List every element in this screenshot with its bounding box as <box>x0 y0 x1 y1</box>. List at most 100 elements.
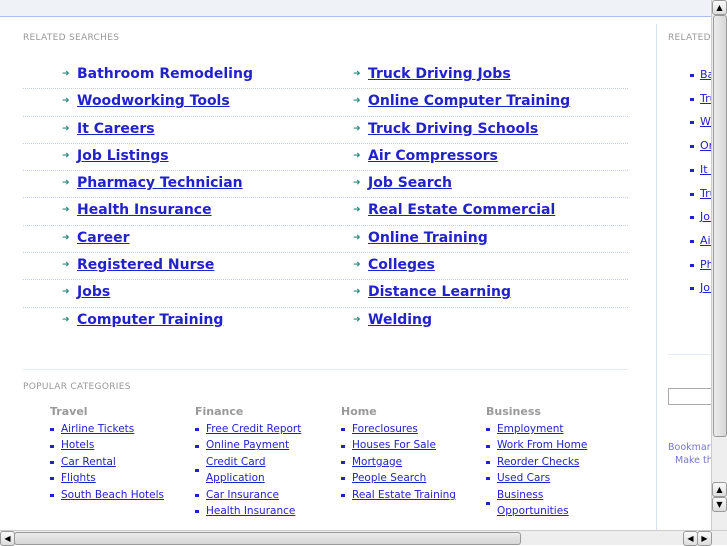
sidebar-link[interactable]: Job <box>690 210 711 223</box>
link-label: Truck Driving Jobs <box>368 66 511 82</box>
link-label: Jobs <box>77 284 111 301</box>
arrow-icon: ➜ <box>62 96 70 107</box>
related-search-link[interactable]: ➜ Colleges <box>353 257 435 273</box>
link-label: Pharmacy Technician <box>77 175 243 192</box>
related-search-link[interactable]: ➜ Woodworking Tools <box>62 93 230 109</box>
category-title: Home <box>341 405 377 418</box>
vertical-scrollbar[interactable]: ▲ ▲ ▼ <box>711 0 727 530</box>
divider <box>23 369 628 370</box>
category-link[interactable]: Flights <box>50 470 190 486</box>
related-search-link[interactable]: ➜ Real Estate Commercial <box>353 202 555 218</box>
category-column: Home Foreclosures Houses For Sale Mortgage P… <box>341 405 481 503</box>
related-search-link[interactable]: ➜ Computer Training <box>62 312 223 328</box>
scroll-right-icon[interactable]: ▶ <box>697 531 712 546</box>
related-search-link[interactable]: ➜ Job Search <box>353 175 452 191</box>
category-link[interactable]: Free Credit Report <box>195 421 303 437</box>
related-search-link[interactable]: ➜ Pharmacy Technician <box>62 175 243 192</box>
category-link[interactable]: Houses For Sale <box>341 437 481 453</box>
scroll-down-icon[interactable]: ▼ <box>712 497 727 512</box>
make-homepage-link[interactable]: Make thi <box>675 455 711 466</box>
category-link[interactable]: Real Estate Training <box>341 487 481 503</box>
related-search-link[interactable]: ➜ Air Compressors <box>353 147 498 164</box>
arrow-icon: ➜ <box>353 314 361 325</box>
related-search-link[interactable]: ➜ Online Training <box>353 229 488 246</box>
list-row: ➜ Jobs ➜ Distance Learning <box>23 280 628 308</box>
related-search-link[interactable]: ➜ It Careers <box>62 121 155 137</box>
category-link[interactable]: Car Insurance <box>195 487 303 503</box>
category-title: Business <box>486 405 541 418</box>
vertical-scroll-thumb[interactable] <box>713 15 727 437</box>
list-row: ➜ Registered Nurse ➜ Colleges <box>23 253 628 281</box>
related-search-link[interactable]: ➜ Truck Driving Schools <box>353 121 538 137</box>
sidebar-link[interactable]: Ph <box>690 258 711 271</box>
category-link[interactable]: People Search <box>341 470 481 486</box>
scroll-up-icon[interactable]: ▲ <box>712 0 727 15</box>
category-title: Travel <box>50 405 88 418</box>
horizontal-scroll-thumb[interactable] <box>14 532 521 545</box>
list-row: ➜ Computer Training ➜ Welding <box>23 308 628 335</box>
category-links: Employment Work From Home Reorder Checks Us… <box>486 421 626 519</box>
related-search-link[interactable]: ➜ Health Insurance <box>62 202 212 219</box>
category-link[interactable]: Employment <box>486 421 594 437</box>
column-divider <box>656 24 657 530</box>
category-link[interactable]: Hotels <box>50 437 190 453</box>
category-link[interactable]: Car Rental <box>50 454 190 470</box>
arrow-icon: ➜ <box>62 123 70 134</box>
arrow-icon: ➜ <box>62 150 70 161</box>
category-link[interactable]: Health Insurance <box>195 503 303 519</box>
category-link[interactable]: Online Payment <box>195 437 303 453</box>
sidebar-link[interactable]: Job <box>690 281 711 294</box>
arrow-icon: ➜ <box>353 260 361 271</box>
list-row: ➜ Career ➜ Online Training <box>23 226 628 254</box>
related-search-link[interactable]: ➜ Bathroom Remodeling <box>62 66 253 82</box>
related-search-link[interactable]: ➜ Truck Driving Jobs <box>353 66 511 82</box>
scroll-left-icon[interactable]: ◀ <box>0 531 15 546</box>
sidebar-link[interactable]: Ba <box>690 68 711 81</box>
category-title: Finance <box>195 405 244 418</box>
link-label: Health Insurance <box>77 202 212 219</box>
related-search-link[interactable]: ➜ Online Computer Training <box>353 93 571 110</box>
related-search-link[interactable]: ➜ Welding <box>353 312 432 328</box>
list-row: ➜ Health Insurance ➜ Real Estate Commercial <box>23 198 628 226</box>
list-row: ➜ Pharmacy Technician ➜ Job Search <box>23 171 628 199</box>
related-search-link[interactable]: ➜ Job Listings <box>62 147 169 164</box>
category-link[interactable]: Airline Tickets <box>50 421 190 437</box>
category-link[interactable]: Work From Home <box>486 437 594 453</box>
category-links: Airline Tickets Hotels Car Rental Flights So… <box>50 421 190 503</box>
link-label: Job Listings <box>77 147 169 164</box>
arrow-icon: ➜ <box>62 178 70 189</box>
sidebar-link[interactable]: Tru <box>690 187 711 200</box>
link-label: Online Computer Training <box>368 93 571 110</box>
link-label: Registered Nurse <box>77 257 215 274</box>
category-link[interactable]: Used Cars <box>486 470 594 486</box>
related-search-link[interactable]: ➜ Career <box>62 230 130 246</box>
related-search-link[interactable]: ➜ Distance Learning <box>353 284 511 300</box>
link-label: Online Training <box>368 229 488 246</box>
arrow-icon: ➜ <box>62 232 70 243</box>
arrow-icon: ➜ <box>62 314 70 325</box>
related-search-link[interactable]: ➜ Jobs <box>62 284 111 301</box>
sidebar-link[interactable]: It C <box>690 163 711 176</box>
scroll-up-icon[interactable]: ▲ <box>712 482 727 497</box>
bookmark-link[interactable]: Bookmark <box>668 442 711 453</box>
arrow-icon: ➜ <box>353 123 361 134</box>
sidebar-link[interactable]: Or <box>690 139 711 152</box>
link-label: Air Compressors <box>368 147 498 164</box>
link-label: Bathroom Remodeling <box>77 66 253 82</box>
sidebar-link[interactable]: Wo <box>690 115 711 128</box>
sidebar-link[interactable]: Tru <box>690 92 711 105</box>
list-row: ➜ Woodworking Tools ➜ Online Computer Train… <box>23 89 628 117</box>
related-searches-heading: RELATED SEARCHES <box>23 33 120 43</box>
sidebar-link[interactable]: Air <box>690 234 711 247</box>
category-link[interactable]: South Beach Hotels <box>50 487 190 503</box>
search-input[interactable] <box>668 388 711 405</box>
category-link[interactable]: Business Opportunities <box>486 487 594 520</box>
category-link[interactable]: Credit Card Application <box>195 454 303 487</box>
horizontal-scrollbar[interactable]: ◀ ◀ ▶ <box>0 530 727 546</box>
scroll-left-icon[interactable]: ◀ <box>683 531 698 546</box>
category-link[interactable]: Mortgage <box>341 454 481 470</box>
list-row: ➜ Bathroom Remodeling ➜ Truck Driving Jobs <box>23 62 628 90</box>
category-link[interactable]: Foreclosures <box>341 421 481 437</box>
related-search-link[interactable]: ➜ Registered Nurse <box>62 257 215 274</box>
category-link[interactable]: Reorder Checks <box>486 454 594 470</box>
